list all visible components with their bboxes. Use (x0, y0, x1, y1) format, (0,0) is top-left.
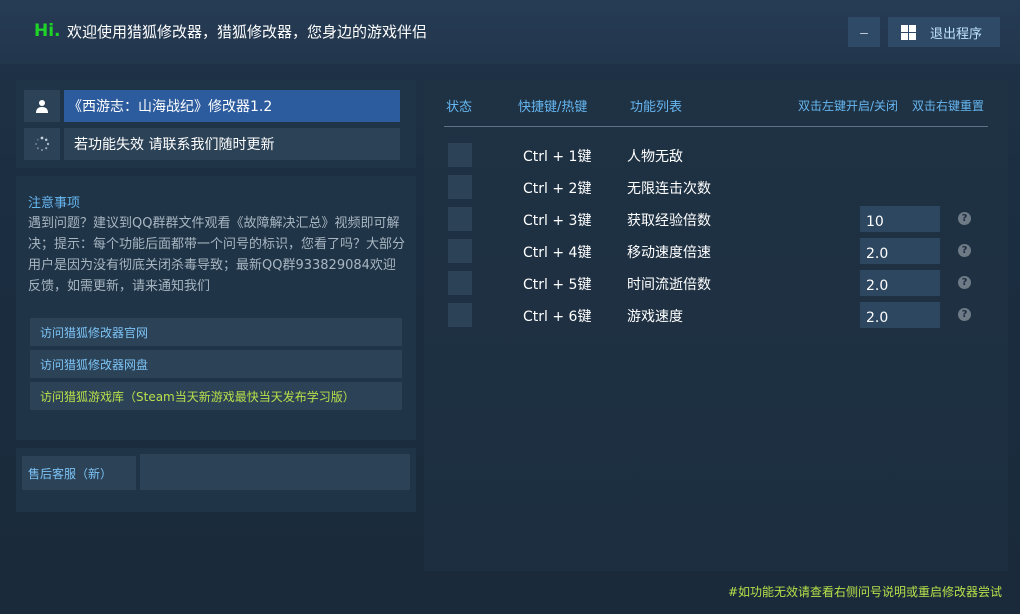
game-info-panel: 《西游志：山海战纪》修改器1.2 若功能失效 请联系我们随时更新 (16, 80, 416, 168)
table-row: Ctrl + 1键 人物无敌 (424, 140, 1008, 170)
game-title-row: 《西游志：山海战纪》修改器1.2 (24, 90, 400, 122)
toggle-checkbox[interactable] (448, 175, 472, 199)
visit-netdisk-link[interactable]: 访问猎狐修改器网盘 (30, 350, 402, 378)
header-right-click-hint: 双击右键重置 (912, 99, 985, 113)
hotkey-label: Ctrl + 6键 (523, 309, 592, 325)
feature-name: 游戏速度 (627, 309, 683, 325)
feature-name: 人物无敌 (627, 149, 683, 165)
hotkey-label: Ctrl + 5键 (523, 277, 592, 293)
help-icon[interactable]: ? (958, 276, 971, 289)
table-row: Ctrl + 5键 时间流逝倍数 2.0 ? (424, 268, 1008, 298)
value-input[interactable]: 10 (860, 206, 940, 232)
hotkey-label: Ctrl + 2键 (523, 181, 592, 197)
table-row: Ctrl + 4键 移动速度倍速 2.0 ? (424, 236, 1008, 266)
windows-icon (901, 24, 916, 40)
exit-button-label: 退出程序 (930, 26, 983, 42)
help-icon[interactable]: ? (958, 212, 971, 225)
toggle-checkbox[interactable] (448, 303, 472, 327)
service-field[interactable] (140, 454, 410, 490)
table-row: Ctrl + 2键 无限连击次数 (424, 172, 1008, 202)
cheat-table-panel: 状态 快捷键/热键 功能列表 双击左键开启/关闭 双击右键重置 Ctrl + 1… (424, 80, 1008, 571)
customer-service-button[interactable]: 售后客服（新） (22, 456, 136, 490)
service-panel: 售后客服（新） (16, 448, 416, 512)
hotkey-label: Ctrl + 4键 (523, 245, 592, 261)
header-hotkey: 快捷键/热键 (518, 100, 588, 115)
loading-spinner-icon (24, 128, 60, 160)
header-divider (444, 126, 988, 127)
feature-name: 移动速度倍速 (627, 245, 711, 261)
hotkey-label: Ctrl + 3键 (523, 213, 592, 229)
footer-note: #如功能无效请查看右侧问号说明或重启修改器尝试 (728, 585, 1003, 599)
feature-name: 时间流逝倍数 (627, 277, 711, 293)
visit-website-link[interactable]: 访问猎狐修改器官网 (30, 318, 402, 346)
game-title: 《西游志：山海战纪》修改器1.2 (64, 90, 400, 122)
value-input[interactable]: 2.0 (860, 238, 940, 264)
exit-button[interactable]: 退出程序 (888, 17, 1000, 47)
notes-body: 遇到问题？建议到QQ群群文件观看《故障解决汇总》视频即可解决；提示：每个功能后面… (28, 216, 406, 294)
header-left-click-hint: 双击左键开启/关闭 (798, 99, 899, 113)
hi-greeting: Hi. (34, 21, 61, 41)
hotkey-label: Ctrl + 1键 (523, 149, 592, 165)
toggle-checkbox[interactable] (448, 143, 472, 167)
title-bar: Hi. 欢迎使用猎狐修改器，猎狐修改器，您身边的游戏伴侣 – 退出程序 (0, 0, 1020, 64)
toggle-checkbox[interactable] (448, 207, 472, 231)
value-input[interactable]: 2.0 (860, 302, 940, 328)
feature-name: 获取经验倍数 (627, 213, 711, 229)
welcome-text: 欢迎使用猎狐修改器，猎狐修改器，您身边的游戏伴侣 (67, 23, 428, 41)
feature-name: 无限连击次数 (627, 181, 711, 197)
value-input[interactable]: 2.0 (860, 270, 940, 296)
table-row: Ctrl + 3键 获取经验倍数 10 ? (424, 204, 1008, 234)
user-icon (24, 90, 60, 122)
update-info: 若功能失效 请联系我们随时更新 (64, 128, 400, 160)
table-row: Ctrl + 6键 游戏速度 2.0 ? (424, 300, 1008, 330)
help-icon[interactable]: ? (958, 308, 971, 321)
header-features: 功能列表 (630, 100, 683, 115)
notes-title: 注意事项 (28, 196, 81, 211)
visit-game-library-link[interactable]: 访问猎狐游戏库（Steam当天新游戏最快当天发布学习版） (30, 382, 402, 410)
help-icon[interactable]: ? (958, 244, 971, 257)
header-status: 状态 (446, 100, 473, 115)
notes-panel: 注意事项 遇到问题？建议到QQ群群文件观看《故障解决汇总》视频即可解决；提示：每… (16, 176, 416, 440)
toggle-checkbox[interactable] (448, 271, 472, 295)
toggle-checkbox[interactable] (448, 239, 472, 263)
minimize-button[interactable]: – (848, 17, 880, 47)
